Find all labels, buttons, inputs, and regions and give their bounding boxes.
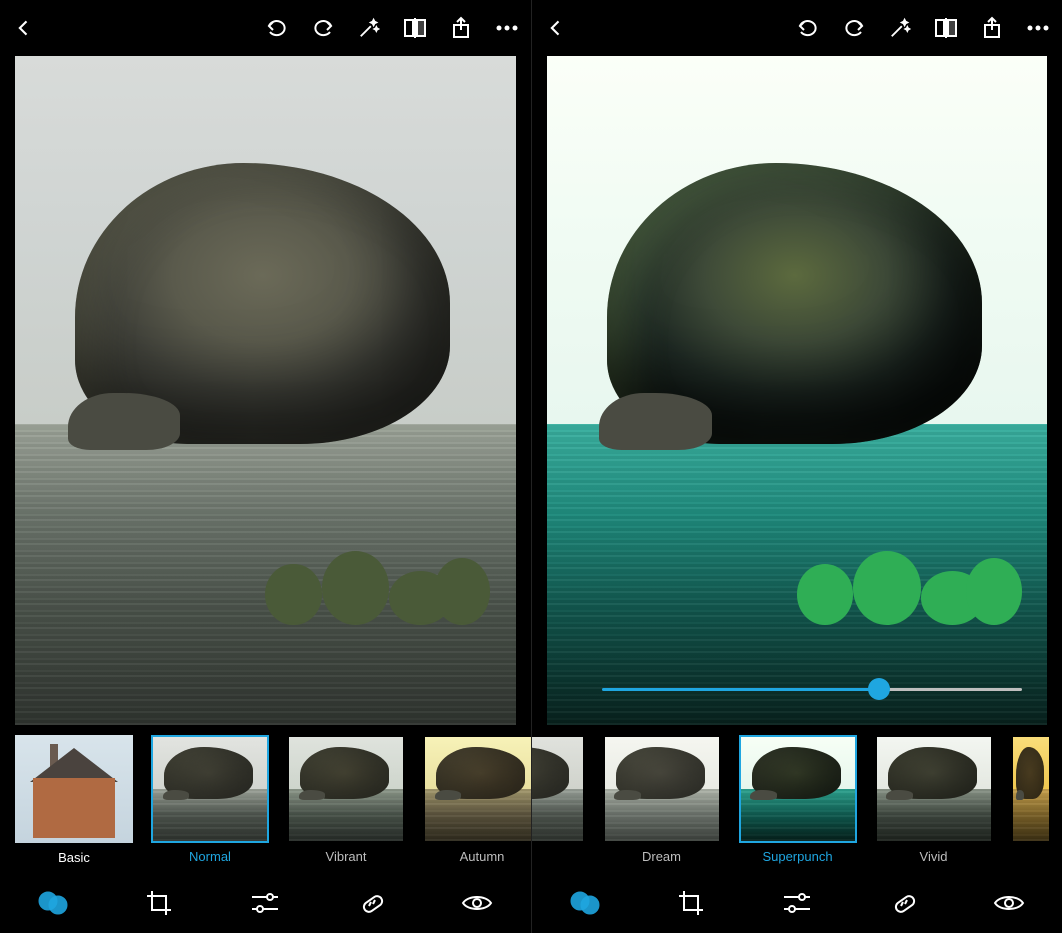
filter-label: ed	[532, 849, 533, 864]
filter-vibrant[interactable]: Vibrant	[287, 735, 405, 872]
filter-thumb	[532, 735, 585, 843]
filter-fragment-left[interactable]: ed	[532, 735, 585, 864]
back-icon[interactable]	[542, 14, 570, 42]
tool-crop[interactable]	[139, 883, 179, 923]
filter-label: Superpunch	[762, 849, 832, 864]
top-toolbar	[532, 0, 1062, 56]
filter-thumb	[423, 735, 531, 843]
image-canvas[interactable]	[0, 56, 531, 725]
tool-redeye[interactable]	[989, 883, 1029, 923]
filter-dream[interactable]: Dream	[603, 735, 721, 864]
auto-enhance-icon[interactable]	[886, 14, 914, 42]
filter-superpunch[interactable]: Superpunch	[739, 735, 857, 864]
more-icon[interactable]	[1024, 14, 1052, 42]
bottom-toolbar	[0, 873, 531, 933]
undo-icon[interactable]	[794, 14, 822, 42]
filter-thumb	[739, 735, 857, 843]
redo-icon[interactable]	[840, 14, 868, 42]
slider-thumb[interactable]	[868, 678, 890, 700]
editor-pane-right: ed Dream Superpunch Vivid	[531, 0, 1062, 933]
filter-thumb	[287, 735, 405, 843]
filter-normal[interactable]: Normal	[151, 735, 269, 872]
edited-photo	[547, 56, 1048, 725]
share-icon[interactable]	[447, 14, 475, 42]
tool-heal[interactable]	[351, 883, 391, 923]
filter-label: Vivid	[920, 849, 948, 864]
filter-autumn[interactable]: Autumn	[423, 735, 531, 872]
auto-enhance-icon[interactable]	[355, 14, 383, 42]
tool-looks[interactable]	[565, 883, 605, 923]
back-icon[interactable]	[10, 14, 38, 42]
filter-label: Vibrant	[326, 849, 367, 864]
slider-track	[602, 688, 1023, 691]
category-label: Basic	[15, 843, 133, 872]
filter-strip[interactable]: Basic Normal Vibrant Autumn	[0, 725, 531, 873]
tool-adjust[interactable]	[777, 883, 817, 923]
filter-label: Autumn	[460, 849, 505, 864]
filter-label: Dream	[642, 849, 681, 864]
filter-label: Normal	[189, 849, 231, 864]
filter-thumb	[603, 735, 721, 843]
filter-category-basic[interactable]: Basic	[15, 735, 133, 872]
top-toolbar	[0, 0, 531, 56]
edited-photo	[15, 56, 516, 725]
tool-heal[interactable]	[883, 883, 923, 923]
redo-icon[interactable]	[309, 14, 337, 42]
share-icon[interactable]	[978, 14, 1006, 42]
more-icon[interactable]	[493, 14, 521, 42]
filter-thumb	[1011, 735, 1051, 843]
category-thumb	[15, 735, 133, 843]
undo-icon[interactable]	[263, 14, 291, 42]
image-canvas[interactable]	[532, 56, 1062, 725]
compare-icon[interactable]	[932, 14, 960, 42]
tool-redeye[interactable]	[457, 883, 497, 923]
tool-crop[interactable]	[671, 883, 711, 923]
filter-strip[interactable]: ed Dream Superpunch Vivid	[532, 725, 1062, 873]
filter-thumb	[875, 735, 993, 843]
tool-adjust[interactable]	[245, 883, 285, 923]
compare-icon[interactable]	[401, 14, 429, 42]
filter-thumb	[151, 735, 269, 843]
filter-fragment-right[interactable]	[1011, 735, 1051, 864]
filter-vivid[interactable]: Vivid	[875, 735, 993, 864]
tool-looks[interactable]	[33, 883, 73, 923]
intensity-slider[interactable]	[602, 675, 1023, 703]
editor-pane-left: Basic Normal Vibrant Autumn	[0, 0, 531, 933]
bottom-toolbar	[532, 873, 1062, 933]
